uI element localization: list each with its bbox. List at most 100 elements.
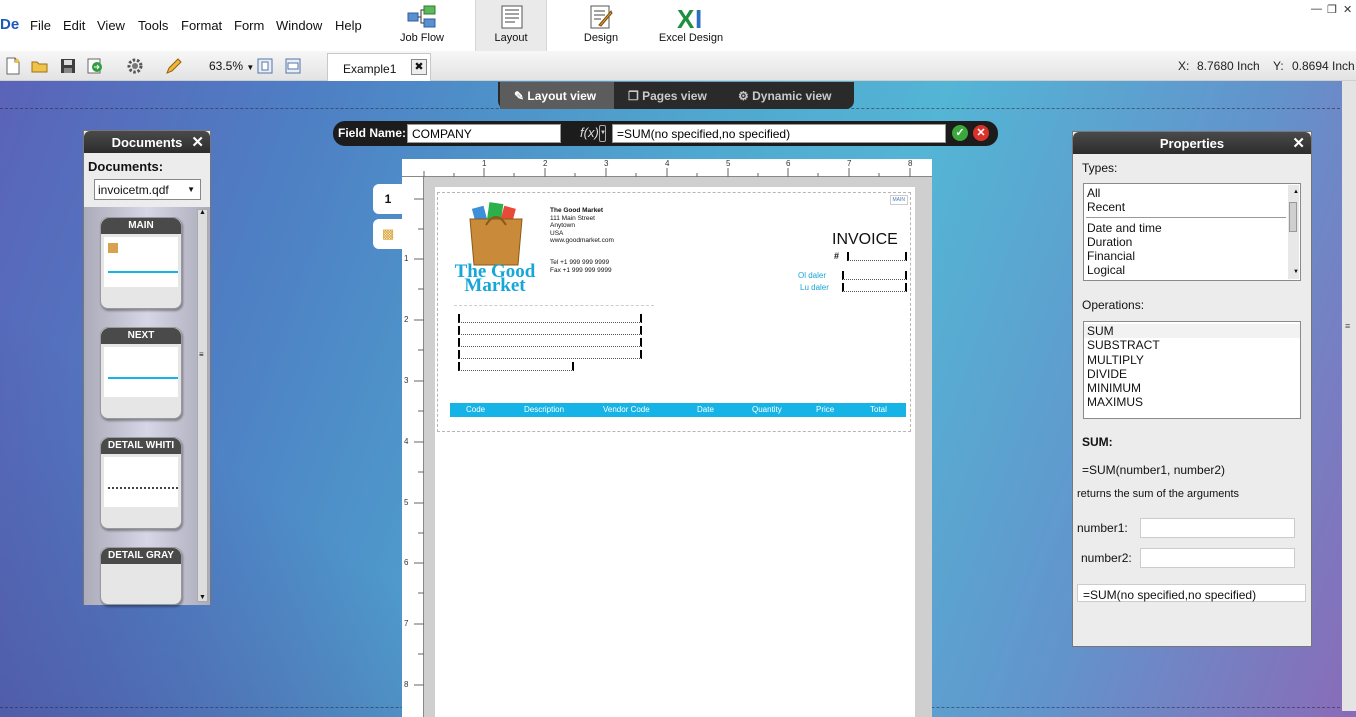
- save-icon[interactable]: [59, 57, 77, 75]
- svg-text:I: I: [695, 5, 702, 31]
- menu-edit[interactable]: Edit: [63, 18, 85, 33]
- fit-width-icon[interactable]: [284, 57, 302, 75]
- number1-input[interactable]: [1140, 518, 1295, 538]
- zoom-select[interactable]: 63.5% ▼: [204, 56, 256, 76]
- section-thumb-detail-white[interactable]: DETAIL WHITI: [100, 437, 182, 529]
- function-description: returns the sum of the arguments: [1077, 488, 1240, 500]
- apply-check-icon[interactable]: ✓: [952, 125, 968, 141]
- operation-item-maximus[interactable]: MAXIMUS: [1084, 395, 1300, 409]
- type-item-logical[interactable]: Logical: [1084, 263, 1300, 277]
- tab-dynamic-view[interactable]: ⚙ Dynamic view: [738, 82, 848, 109]
- number2-input[interactable]: [1140, 548, 1295, 568]
- column-vendor-code: Vendor Code: [603, 405, 650, 414]
- customer-field-5[interactable]: [458, 362, 574, 371]
- fx-icon[interactable]: f(x): [580, 125, 599, 140]
- close-tab-icon[interactable]: ✖: [411, 59, 427, 75]
- order-date-field[interactable]: [842, 271, 907, 280]
- shopping-bag-logo-icon: [469, 202, 523, 266]
- horizontal-ruler: 1 2 3 4 5 6 7 8: [402, 159, 932, 177]
- document-select[interactable]: invoicetm.qdf ▼: [94, 179, 201, 200]
- main-section-band[interactable]: MAIN The Good Market The Good Market 111…: [437, 192, 911, 432]
- customer-field-3[interactable]: [458, 338, 642, 347]
- operations-list[interactable]: SUM SUBSTRACT MULTIPLY DIVIDE MINIMUM MA…: [1083, 321, 1301, 419]
- page-add-tab[interactable]: ▩: [373, 219, 403, 249]
- menu-format[interactable]: Format: [181, 18, 222, 33]
- invoice-number-field[interactable]: [847, 252, 907, 261]
- customer-field-2[interactable]: [458, 326, 642, 335]
- menu-tools[interactable]: Tools: [138, 18, 168, 33]
- types-divider: [1086, 216, 1286, 218]
- mode-job-flow-button[interactable]: Job Flow: [388, 0, 456, 51]
- formula-input[interactable]: [612, 124, 946, 143]
- tab-pages-view[interactable]: ❐ Pages view: [628, 82, 733, 109]
- properties-panel: Properties ✕ Types: All Recent Date and …: [1072, 131, 1312, 647]
- minimize-icon[interactable]: —: [1311, 3, 1322, 15]
- export-icon[interactable]: [86, 57, 104, 75]
- type-item-all[interactable]: All: [1084, 186, 1300, 200]
- fit-page-icon[interactable]: [256, 57, 274, 75]
- document-tab-example1[interactable]: Example1 ✖: [327, 53, 431, 81]
- formula-result-field[interactable]: =SUM(no specified,no specified): [1077, 584, 1306, 602]
- menu-view[interactable]: View: [97, 18, 125, 33]
- documents-panel-header: Documents ✕: [84, 131, 210, 153]
- operations-label: Operations:: [1082, 298, 1145, 312]
- new-document-icon[interactable]: [4, 57, 22, 75]
- customer-block-guide: [454, 305, 654, 306]
- workspace-vertical-scrollbar[interactable]: ≡: [1342, 81, 1356, 711]
- types-list[interactable]: All Recent Date and time Duration Financ…: [1083, 183, 1301, 281]
- operation-item-sum[interactable]: SUM: [1084, 324, 1300, 339]
- section-thumb-detail-gray[interactable]: DETAIL GRAY: [100, 547, 182, 605]
- section-list-scrollbar[interactable]: ▲ ≡ ▼: [197, 209, 208, 602]
- operation-item-divide[interactable]: DIVIDE: [1084, 367, 1300, 381]
- company-address: The Good Market 111 Main Street Anytown …: [550, 207, 614, 245]
- settings-gear-icon[interactable]: [126, 57, 144, 75]
- menu-help[interactable]: Help: [335, 18, 362, 33]
- column-price: Price: [816, 405, 835, 414]
- mode-layout-button[interactable]: Layout: [475, 0, 547, 51]
- invoice-number-label: #: [834, 251, 840, 261]
- pages-view-icon: ❐: [628, 89, 639, 103]
- pencil-icon[interactable]: [165, 57, 183, 75]
- properties-panel-header: Properties ✕: [1073, 132, 1311, 154]
- customer-field-1[interactable]: [458, 314, 642, 323]
- page-number-tab[interactable]: 1: [373, 184, 403, 214]
- cancel-x-icon[interactable]: ✕: [973, 125, 989, 141]
- invoice-title: INVOICE: [832, 231, 898, 248]
- section-thumb-main[interactable]: MAIN: [100, 217, 182, 309]
- section-badge: MAIN: [889, 195, 908, 205]
- operation-item-substract[interactable]: SUBSTRACT: [1084, 338, 1300, 352]
- formula-bar: Field Name: f(x) ▼ ✓ ✕: [333, 121, 998, 146]
- menu-file[interactable]: File: [30, 18, 51, 33]
- design-icon: [590, 5, 613, 29]
- close-icon[interactable]: ✕: [1343, 3, 1352, 16]
- mode-excel-design-button[interactable]: X I Excel Design: [655, 0, 727, 51]
- detail-header-row[interactable]: Code Description Vendor Code Date Quanti…: [450, 403, 906, 417]
- documents-close-icon[interactable]: ✕: [191, 133, 204, 151]
- menu-window[interactable]: Window: [276, 18, 322, 33]
- types-scrollbar[interactable]: ▲ ▼: [1288, 185, 1299, 279]
- open-folder-icon[interactable]: [31, 57, 49, 75]
- type-item-duration[interactable]: Duration: [1084, 235, 1300, 249]
- page-canvas: 1 2 3 4 5 6 7 8 1 2 3 4 5 6 7 8 MAIN The…: [402, 159, 932, 717]
- type-item-recent[interactable]: Recent: [1084, 200, 1300, 214]
- column-total: Total: [870, 405, 887, 414]
- fx-dropdown-icon[interactable]: ▼: [599, 125, 606, 142]
- menu-form[interactable]: Form: [234, 18, 264, 33]
- layout-view-icon: ✎: [514, 89, 525, 103]
- invoice-page[interactable]: MAIN The Good Market The Good Market 111…: [435, 187, 915, 717]
- type-item-date-and-time[interactable]: Date and time: [1084, 221, 1300, 235]
- type-item-financial[interactable]: Financial: [1084, 249, 1300, 263]
- customer-field-4[interactable]: [458, 350, 642, 359]
- restore-icon[interactable]: ❐: [1327, 3, 1337, 16]
- section-thumb-next[interactable]: NEXT: [100, 327, 182, 419]
- tab-layout-view[interactable]: ✎ Layout view: [500, 82, 614, 109]
- due-date-field[interactable]: [842, 283, 907, 292]
- mode-design-button[interactable]: Design: [568, 0, 634, 51]
- field-name-input[interactable]: [407, 124, 561, 143]
- layout-icon: [501, 5, 523, 29]
- operation-item-multiply[interactable]: MULTIPLY: [1084, 353, 1300, 367]
- operation-item-minimum[interactable]: MINIMUM: [1084, 381, 1300, 395]
- types-label: Types:: [1082, 161, 1118, 175]
- properties-close-icon[interactable]: ✕: [1292, 134, 1305, 152]
- due-date-label: Lu daler: [800, 283, 829, 292]
